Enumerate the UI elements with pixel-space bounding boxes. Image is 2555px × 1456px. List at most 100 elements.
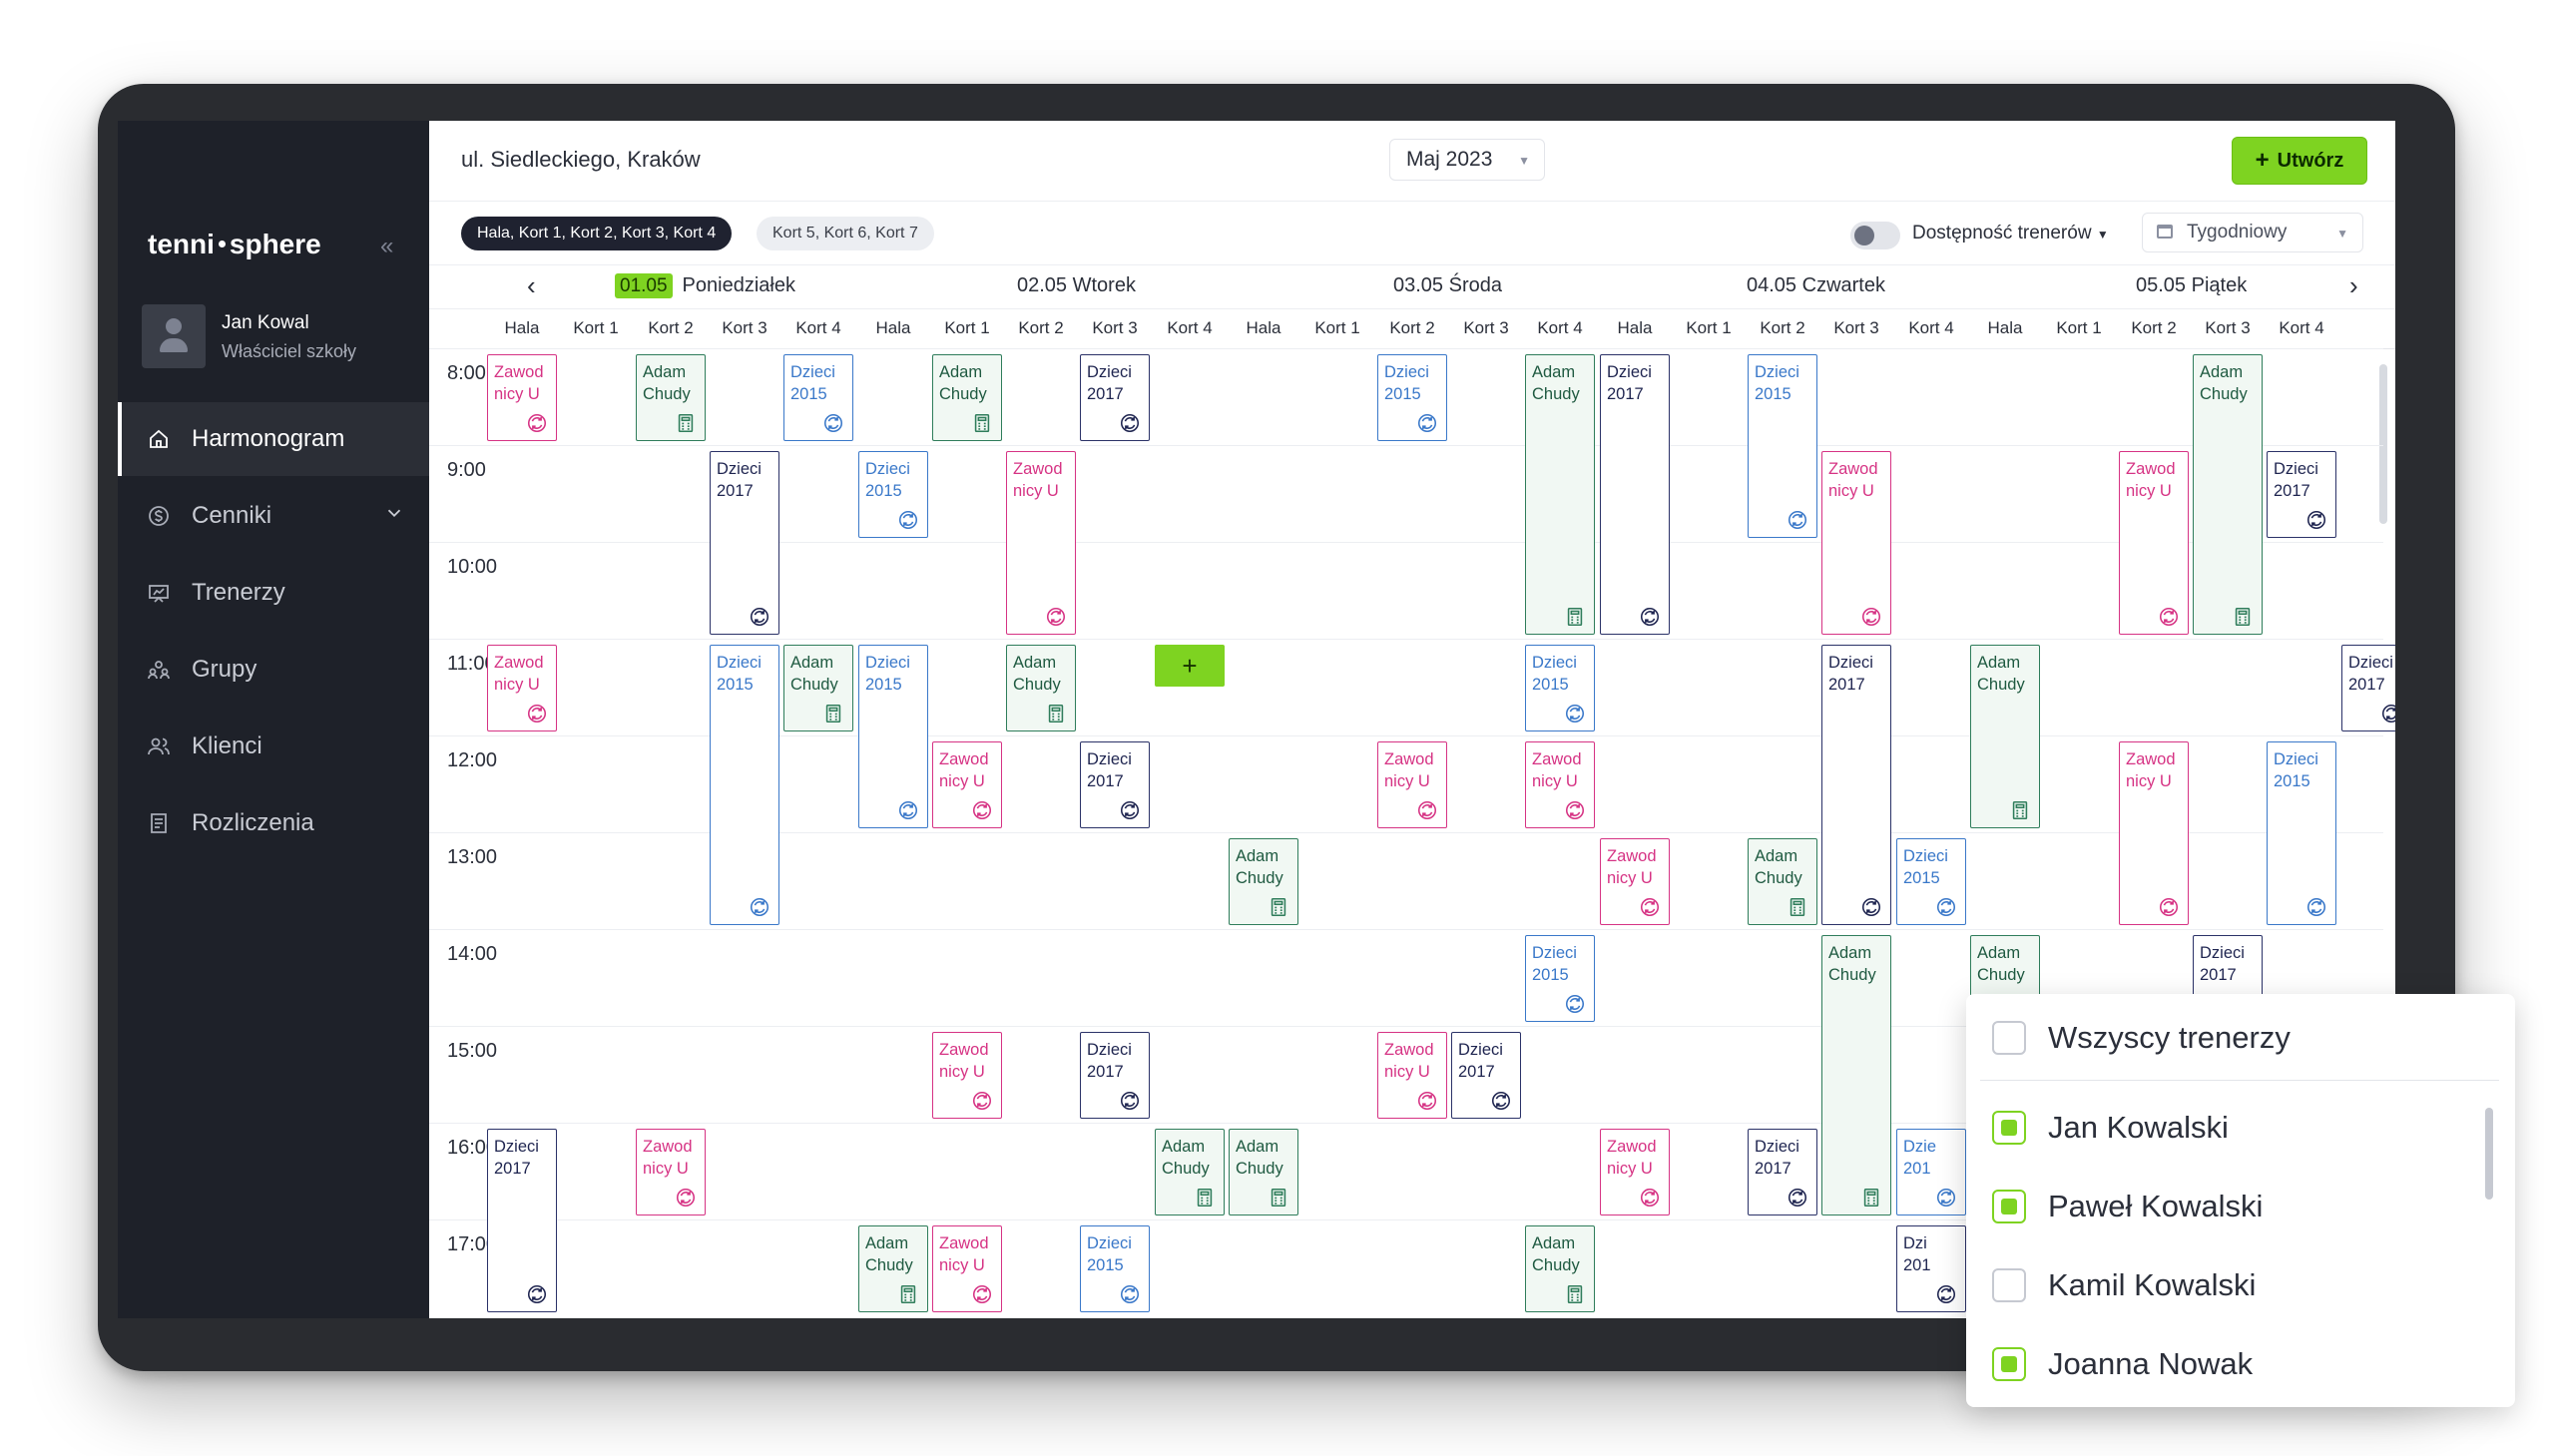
trainer-option[interactable]: Jan Kowalski — [1992, 1098, 2229, 1158]
lesson-event[interactable]: Adam Chudy — [932, 354, 1002, 441]
lesson-event[interactable]: Dzieci 2017 — [1600, 354, 1670, 635]
event-subtitle: 2015 — [1532, 966, 1569, 984]
lesson-event[interactable]: Dzi 201 — [1896, 1225, 1966, 1312]
lesson-event[interactable]: Zawod nicy U — [932, 1032, 1002, 1119]
sidebar-item-rozliczenia[interactable]: Rozliczenia — [118, 786, 429, 860]
event-title: Zawod — [2126, 750, 2176, 768]
lesson-event[interactable]: Adam Chudy — [1229, 1129, 1298, 1215]
lesson-event[interactable]: Adam Chudy — [1748, 838, 1817, 925]
event-title: Adam — [2200, 363, 2244, 381]
lesson-event[interactable]: Zawod nicy U — [487, 645, 557, 731]
trainer-option[interactable]: Paweł Kowalski — [1992, 1177, 2263, 1236]
checkbox-checked[interactable] — [1992, 1347, 2026, 1381]
next-week-arrow-icon[interactable]: › — [2349, 270, 2358, 301]
popup-scrollbar[interactable] — [2485, 1108, 2493, 1200]
hour-gridline — [429, 445, 2383, 446]
lesson-event[interactable]: Zawod nicy U — [1525, 741, 1595, 828]
checkbox-checked[interactable] — [1992, 1111, 2026, 1145]
lesson-event[interactable]: Dzieci 2017 — [1080, 1032, 1150, 1119]
checkbox-checked[interactable] — [1992, 1190, 2026, 1223]
recurring-sync-icon — [1564, 993, 1586, 1015]
lesson-event[interactable]: Adam Chudy — [1970, 645, 2040, 828]
lesson-event[interactable]: Dzieci 2017 — [1821, 645, 1891, 925]
court-label: Kort 3 — [1833, 318, 1879, 337]
event-subtitle: Chudy — [1532, 385, 1580, 403]
sidebar-item-harmonogram[interactable]: Harmonogram — [118, 402, 433, 476]
lesson-event[interactable]: Zawod nicy U — [932, 741, 1002, 828]
lesson-event[interactable]: Dzieci 2017 — [2341, 645, 2395, 731]
lesson-event[interactable]: Dzieci 2017 — [2267, 451, 2336, 538]
calculator-icon — [1564, 606, 1586, 628]
lesson-event[interactable]: Adam Chudy — [858, 1225, 928, 1312]
trainer-option[interactable]: Kamil Kowalski — [1992, 1255, 2256, 1315]
trainer-availability-toggle[interactable] — [1850, 222, 1900, 249]
court-group-chip-active[interactable]: Hala, Kort 1, Kort 2, Kort 3, Kort 4 — [461, 217, 733, 250]
lesson-event[interactable]: Zawod nicy U — [1600, 838, 1670, 925]
court-label: Hala — [1617, 318, 1653, 337]
lesson-event[interactable]: Adam Chudy — [2193, 354, 2263, 635]
lesson-event[interactable]: Zawod nicy U — [636, 1129, 706, 1215]
grid-scrollbar[interactable] — [2379, 364, 2387, 524]
lesson-event[interactable]: Zawod nicy U — [2119, 451, 2189, 635]
event-title: Zawod — [1532, 750, 1582, 768]
lesson-event[interactable]: Zawod nicy U — [487, 354, 557, 441]
all-trainers-option[interactable]: Wszyscy trenerzy — [1992, 1008, 2291, 1068]
lesson-event[interactable]: Zawod nicy U — [2119, 741, 2189, 925]
event-title: Dzieci — [1828, 654, 1873, 672]
court-group-chip[interactable]: Kort 5, Kort 6, Kort 7 — [757, 217, 934, 250]
sidebar-item-trenerzy[interactable]: Trenerzy — [118, 556, 429, 630]
sidebar-item-grupy[interactable]: Grupy — [118, 633, 429, 707]
lesson-event[interactable]: Dzieci 2017 — [1451, 1032, 1521, 1119]
lesson-event[interactable]: Zawod nicy U — [1006, 451, 1076, 635]
lesson-event[interactable]: Dzieci 2017 — [710, 451, 779, 635]
lesson-event[interactable]: Dzieci 2015 — [858, 451, 928, 538]
month-select[interactable]: Maj 2023 ▼ — [1389, 139, 1545, 181]
trainer-option[interactable]: Joanna Nowak — [1992, 1334, 2253, 1394]
sidebar-item-cenniki[interactable]: Cenniki — [118, 479, 429, 553]
lesson-event[interactable]: Adam Chudy — [636, 354, 706, 441]
sidebar-item-klienci[interactable]: Klienci — [118, 710, 429, 783]
lesson-event[interactable]: Dzieci 2015 — [2267, 741, 2336, 925]
prev-week-arrow-icon[interactable]: ‹ — [527, 270, 536, 301]
lesson-event[interactable]: Dzie 201 — [1896, 1129, 1966, 1215]
lesson-event[interactable]: Adam Chudy — [1155, 1129, 1225, 1215]
double-chevron-left-icon[interactable]: « — [380, 233, 393, 260]
checkbox[interactable] — [1992, 1268, 2026, 1302]
lesson-event[interactable]: Dzieci 2015 — [710, 645, 779, 925]
lesson-event[interactable]: Adam Chudy — [1821, 935, 1891, 1215]
create-button[interactable]: + Utwórz — [2232, 137, 2367, 185]
lesson-event[interactable]: Dzieci 2015 — [1525, 935, 1595, 1022]
lesson-event[interactable]: Zawod nicy U — [932, 1225, 1002, 1312]
lesson-event[interactable]: Adam Chudy — [1525, 1225, 1595, 1312]
lesson-event[interactable]: Zawod nicy U — [1821, 451, 1891, 635]
lesson-event[interactable]: Dzieci 2015 — [783, 354, 853, 441]
lesson-event[interactable]: Adam Chudy — [1006, 645, 1076, 731]
checkbox[interactable] — [1992, 1021, 2026, 1055]
lesson-event[interactable]: Zawod nicy U — [1377, 741, 1447, 828]
lesson-event[interactable]: Dzieci 2015 — [1748, 354, 1817, 538]
lesson-event[interactable]: Dzieci 2015 — [1525, 645, 1595, 731]
lesson-event[interactable]: Adam Chudy — [783, 645, 853, 731]
lesson-event[interactable]: Dzieci 2015 — [1080, 1225, 1150, 1312]
home-icon — [146, 426, 172, 452]
add-slot-button[interactable]: + — [1155, 645, 1225, 687]
lesson-event[interactable]: Dzieci 2015 — [1896, 838, 1966, 925]
lesson-event[interactable]: Zawod nicy U — [1600, 1129, 1670, 1215]
lesson-event[interactable]: Dzieci 2017 — [1080, 741, 1150, 828]
lesson-event[interactable]: Zawod nicy U — [1377, 1032, 1447, 1119]
court-label: Kort 2 — [1760, 318, 1805, 337]
view-select[interactable]: Tygodniowy ▼ — [2142, 213, 2363, 252]
sidebar-item-label: Trenerzy — [192, 579, 285, 606]
event-title: Zawod — [1607, 847, 1657, 865]
trainer-availability-dropdown[interactable]: Dostępność trenerów ▼ — [1912, 223, 2109, 244]
lesson-event[interactable]: Dzieci 2015 — [858, 645, 928, 828]
lesson-event[interactable]: Adam Chudy — [1229, 838, 1298, 925]
lesson-event[interactable]: Dzieci 2017 — [1748, 1129, 1817, 1215]
lesson-event[interactable]: Adam Chudy — [1525, 354, 1595, 635]
lesson-event[interactable]: Dzieci 2015 — [1377, 354, 1447, 441]
lesson-event[interactable]: Dzieci 2017 — [487, 1129, 557, 1312]
court-label: Kort 2 — [1389, 318, 1435, 337]
event-subtitle: 2015 — [865, 482, 902, 500]
time-label: 10:00 — [447, 556, 498, 578]
lesson-event[interactable]: Dzieci 2017 — [1080, 354, 1150, 441]
